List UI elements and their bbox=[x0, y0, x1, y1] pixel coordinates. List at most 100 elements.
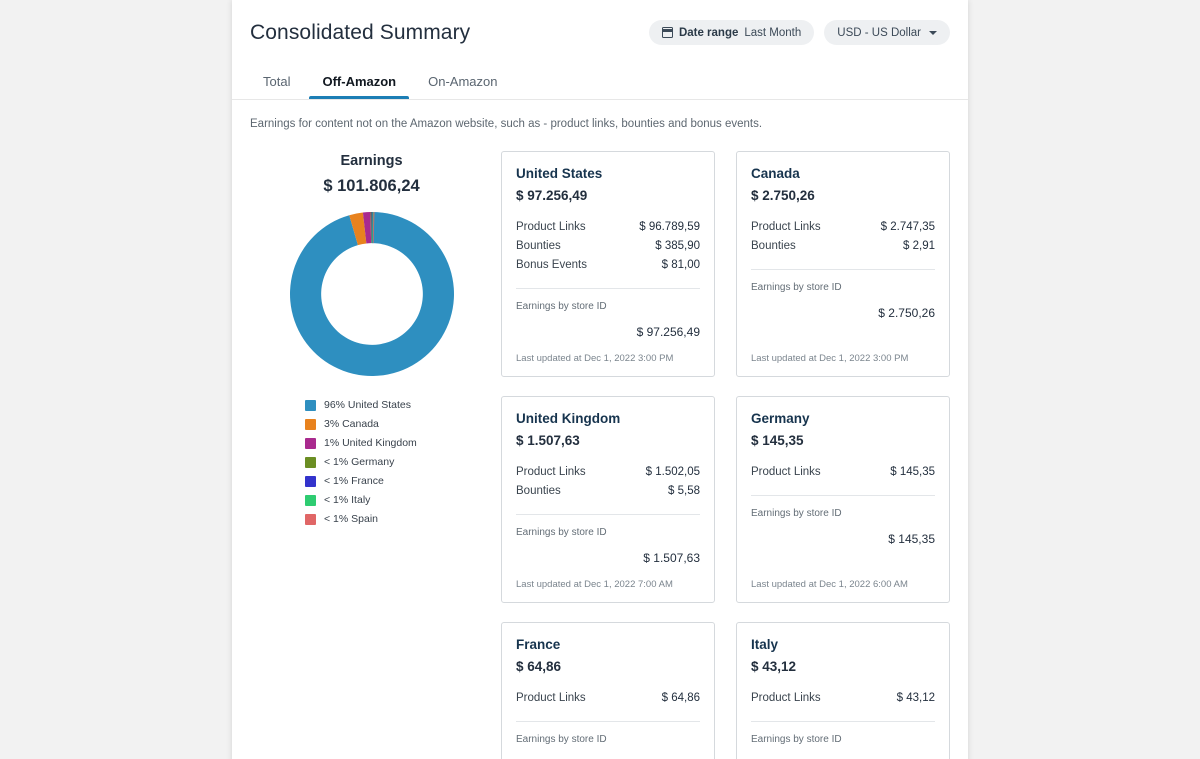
date-range-label: Date range bbox=[678, 26, 739, 39]
store-id-amount: $ 2.750,26 bbox=[878, 306, 935, 320]
chart-legend: 96% United States 3% Canada 1% United King… bbox=[305, 399, 493, 525]
tab-total[interactable]: Total bbox=[250, 66, 303, 99]
line-item-value: $ 81,00 bbox=[661, 259, 700, 271]
line-item-value: $ 64,86 bbox=[661, 692, 700, 704]
panel-body: Earnings for content not on the Amazon w… bbox=[232, 100, 968, 759]
legend-item[interactable]: < 1% Italy bbox=[305, 494, 493, 506]
earnings-title: Earnings bbox=[340, 153, 403, 169]
earnings-line-item: Product Links $ 64,86 bbox=[516, 689, 700, 708]
card-total-amount: $ 64,86 bbox=[516, 659, 562, 674]
line-item-label: Product Links bbox=[751, 221, 821, 233]
earnings-line-item: Product Links $ 2.747,35 bbox=[751, 218, 935, 237]
earnings-line-item: Bounties $ 2,91 bbox=[751, 237, 935, 256]
line-item-label: Bounties bbox=[516, 485, 561, 497]
country-earnings-card: United States $ 97.256,49 Product Links $ 9… bbox=[501, 151, 715, 377]
page-root: Consolidated Summary Date range Last Mon… bbox=[0, 0, 1200, 759]
legend-item[interactable]: 1% United Kingdom bbox=[305, 437, 493, 449]
earnings-donut-chart bbox=[289, 212, 454, 376]
legend-item[interactable]: 96% United States bbox=[305, 399, 493, 411]
earnings-line-item: Product Links $ 145,35 bbox=[751, 463, 935, 482]
earnings-chart-column: Earnings $ 101.806,24 96% United States 3… bbox=[250, 151, 493, 525]
earnings-line-item: Product Links $ 1.502,05 bbox=[516, 463, 700, 482]
date-range-value: Last Month bbox=[744, 26, 802, 39]
country-cards-grid: United States $ 97.256,49 Product Links $ 9… bbox=[493, 151, 950, 759]
line-item-label: Product Links bbox=[751, 466, 821, 478]
store-id-label: Earnings by store ID bbox=[751, 508, 842, 519]
card-total-amount: $ 2.750,26 bbox=[751, 188, 815, 203]
card-divider bbox=[516, 514, 700, 515]
country-earnings-card: Canada $ 2.750,26 Product Links $ 2.747,35 B… bbox=[736, 151, 950, 377]
legend-label: < 1% Italy bbox=[324, 494, 371, 506]
tab-bar: Total Off-Amazon On-Amazon bbox=[250, 66, 511, 99]
store-id-label: Earnings by store ID bbox=[516, 734, 607, 745]
card-total-amount: $ 97.256,49 bbox=[516, 188, 588, 203]
store-id-label: Earnings by store ID bbox=[516, 301, 607, 312]
legend-swatch bbox=[305, 437, 316, 449]
card-country-name: Canada bbox=[751, 166, 800, 181]
legend-swatch bbox=[305, 456, 316, 468]
date-range-selector[interactable]: Date range Last Month bbox=[648, 20, 815, 45]
earnings-line-item: Bounties $ 385,90 bbox=[516, 237, 700, 256]
card-total-amount: $ 145,35 bbox=[751, 433, 804, 448]
chevron-down-icon bbox=[929, 30, 937, 35]
legend-label: < 1% Germany bbox=[324, 456, 395, 468]
card-divider bbox=[516, 288, 700, 289]
card-country-name: France bbox=[516, 637, 561, 652]
line-item-value: $ 1.502,05 bbox=[645, 466, 700, 478]
last-updated-text: Last updated at Dec 1, 2022 6:00 AM bbox=[751, 579, 908, 590]
currency-selector[interactable]: USD - US Dollar bbox=[824, 20, 950, 45]
store-id-label: Earnings by store ID bbox=[516, 527, 607, 538]
line-item-value: $ 385,90 bbox=[655, 240, 700, 252]
card-country-name: Italy bbox=[751, 637, 779, 652]
card-country-name: United Kingdom bbox=[516, 411, 621, 426]
legend-item[interactable]: < 1% Spain bbox=[305, 513, 493, 525]
store-id-label: Earnings by store ID bbox=[751, 282, 842, 293]
currency-value: USD - US Dollar bbox=[837, 26, 921, 39]
line-item-label: Product Links bbox=[751, 692, 821, 704]
line-item-label: Bonus Events bbox=[516, 259, 587, 271]
line-item-value: $ 5,58 bbox=[668, 485, 700, 497]
line-item-label: Bounties bbox=[751, 240, 796, 252]
country-earnings-card: United Kingdom $ 1.507,63 Product Links $ 1… bbox=[501, 396, 715, 603]
legend-item[interactable]: < 1% Germany bbox=[305, 456, 493, 468]
tab-off-amazon[interactable]: Off-Amazon bbox=[309, 66, 409, 99]
store-id-amount: $ 145,35 bbox=[888, 532, 935, 546]
legend-label: < 1% Spain bbox=[324, 513, 378, 525]
legend-item[interactable]: < 1% France bbox=[305, 475, 493, 487]
line-item-value: $ 2,91 bbox=[903, 240, 935, 252]
country-earnings-card: Italy $ 43,12 Product Links $ 43,12 Earnings… bbox=[736, 622, 950, 759]
line-item-value: $ 43,12 bbox=[896, 692, 935, 704]
legend-swatch bbox=[305, 513, 316, 525]
earnings-line-item: Bounties $ 5,58 bbox=[516, 482, 700, 501]
last-updated-text: Last updated at Dec 1, 2022 3:00 PM bbox=[516, 353, 674, 364]
header-controls: Date range Last Month USD - US Dollar bbox=[648, 20, 950, 45]
earnings-line-item: Product Links $ 43,12 bbox=[751, 689, 935, 708]
card-divider bbox=[751, 721, 935, 722]
last-updated-text: Last updated at Dec 1, 2022 3:00 PM bbox=[751, 353, 909, 364]
card-country-name: Germany bbox=[751, 411, 810, 426]
last-updated-text: Last updated at Dec 1, 2022 7:00 AM bbox=[516, 579, 673, 590]
line-item-label: Product Links bbox=[516, 221, 586, 233]
earnings-line-item: Bonus Events $ 81,00 bbox=[516, 256, 700, 275]
card-divider bbox=[516, 721, 700, 722]
legend-item[interactable]: 3% Canada bbox=[305, 418, 493, 430]
line-item-value: $ 145,35 bbox=[890, 466, 935, 478]
card-total-amount: $ 1.507,63 bbox=[516, 433, 580, 448]
summary-panel: Consolidated Summary Date range Last Mon… bbox=[232, 0, 968, 759]
tab-on-amazon[interactable]: On-Amazon bbox=[415, 66, 510, 99]
line-item-label: Product Links bbox=[516, 692, 586, 704]
line-item-label: Product Links bbox=[516, 466, 586, 478]
country-earnings-card: Germany $ 145,35 Product Links $ 145,35 Earn… bbox=[736, 396, 950, 603]
legend-label: 1% United Kingdom bbox=[324, 437, 417, 449]
legend-swatch bbox=[305, 418, 316, 430]
legend-label: < 1% France bbox=[324, 475, 384, 487]
panel-header: Consolidated Summary Date range Last Mon… bbox=[232, 0, 968, 100]
content-grid: Earnings $ 101.806,24 96% United States 3… bbox=[250, 151, 950, 759]
country-earnings-card: France $ 64,86 Product Links $ 64,86 Earning… bbox=[501, 622, 715, 759]
card-divider bbox=[751, 269, 935, 270]
line-item-value: $ 2.747,35 bbox=[880, 221, 935, 233]
section-subtitle: Earnings for content not on the Amazon w… bbox=[250, 118, 763, 130]
legend-swatch bbox=[305, 475, 316, 487]
donut-chart-wrap bbox=[250, 211, 493, 377]
line-item-value: $ 96.789,59 bbox=[639, 221, 700, 233]
